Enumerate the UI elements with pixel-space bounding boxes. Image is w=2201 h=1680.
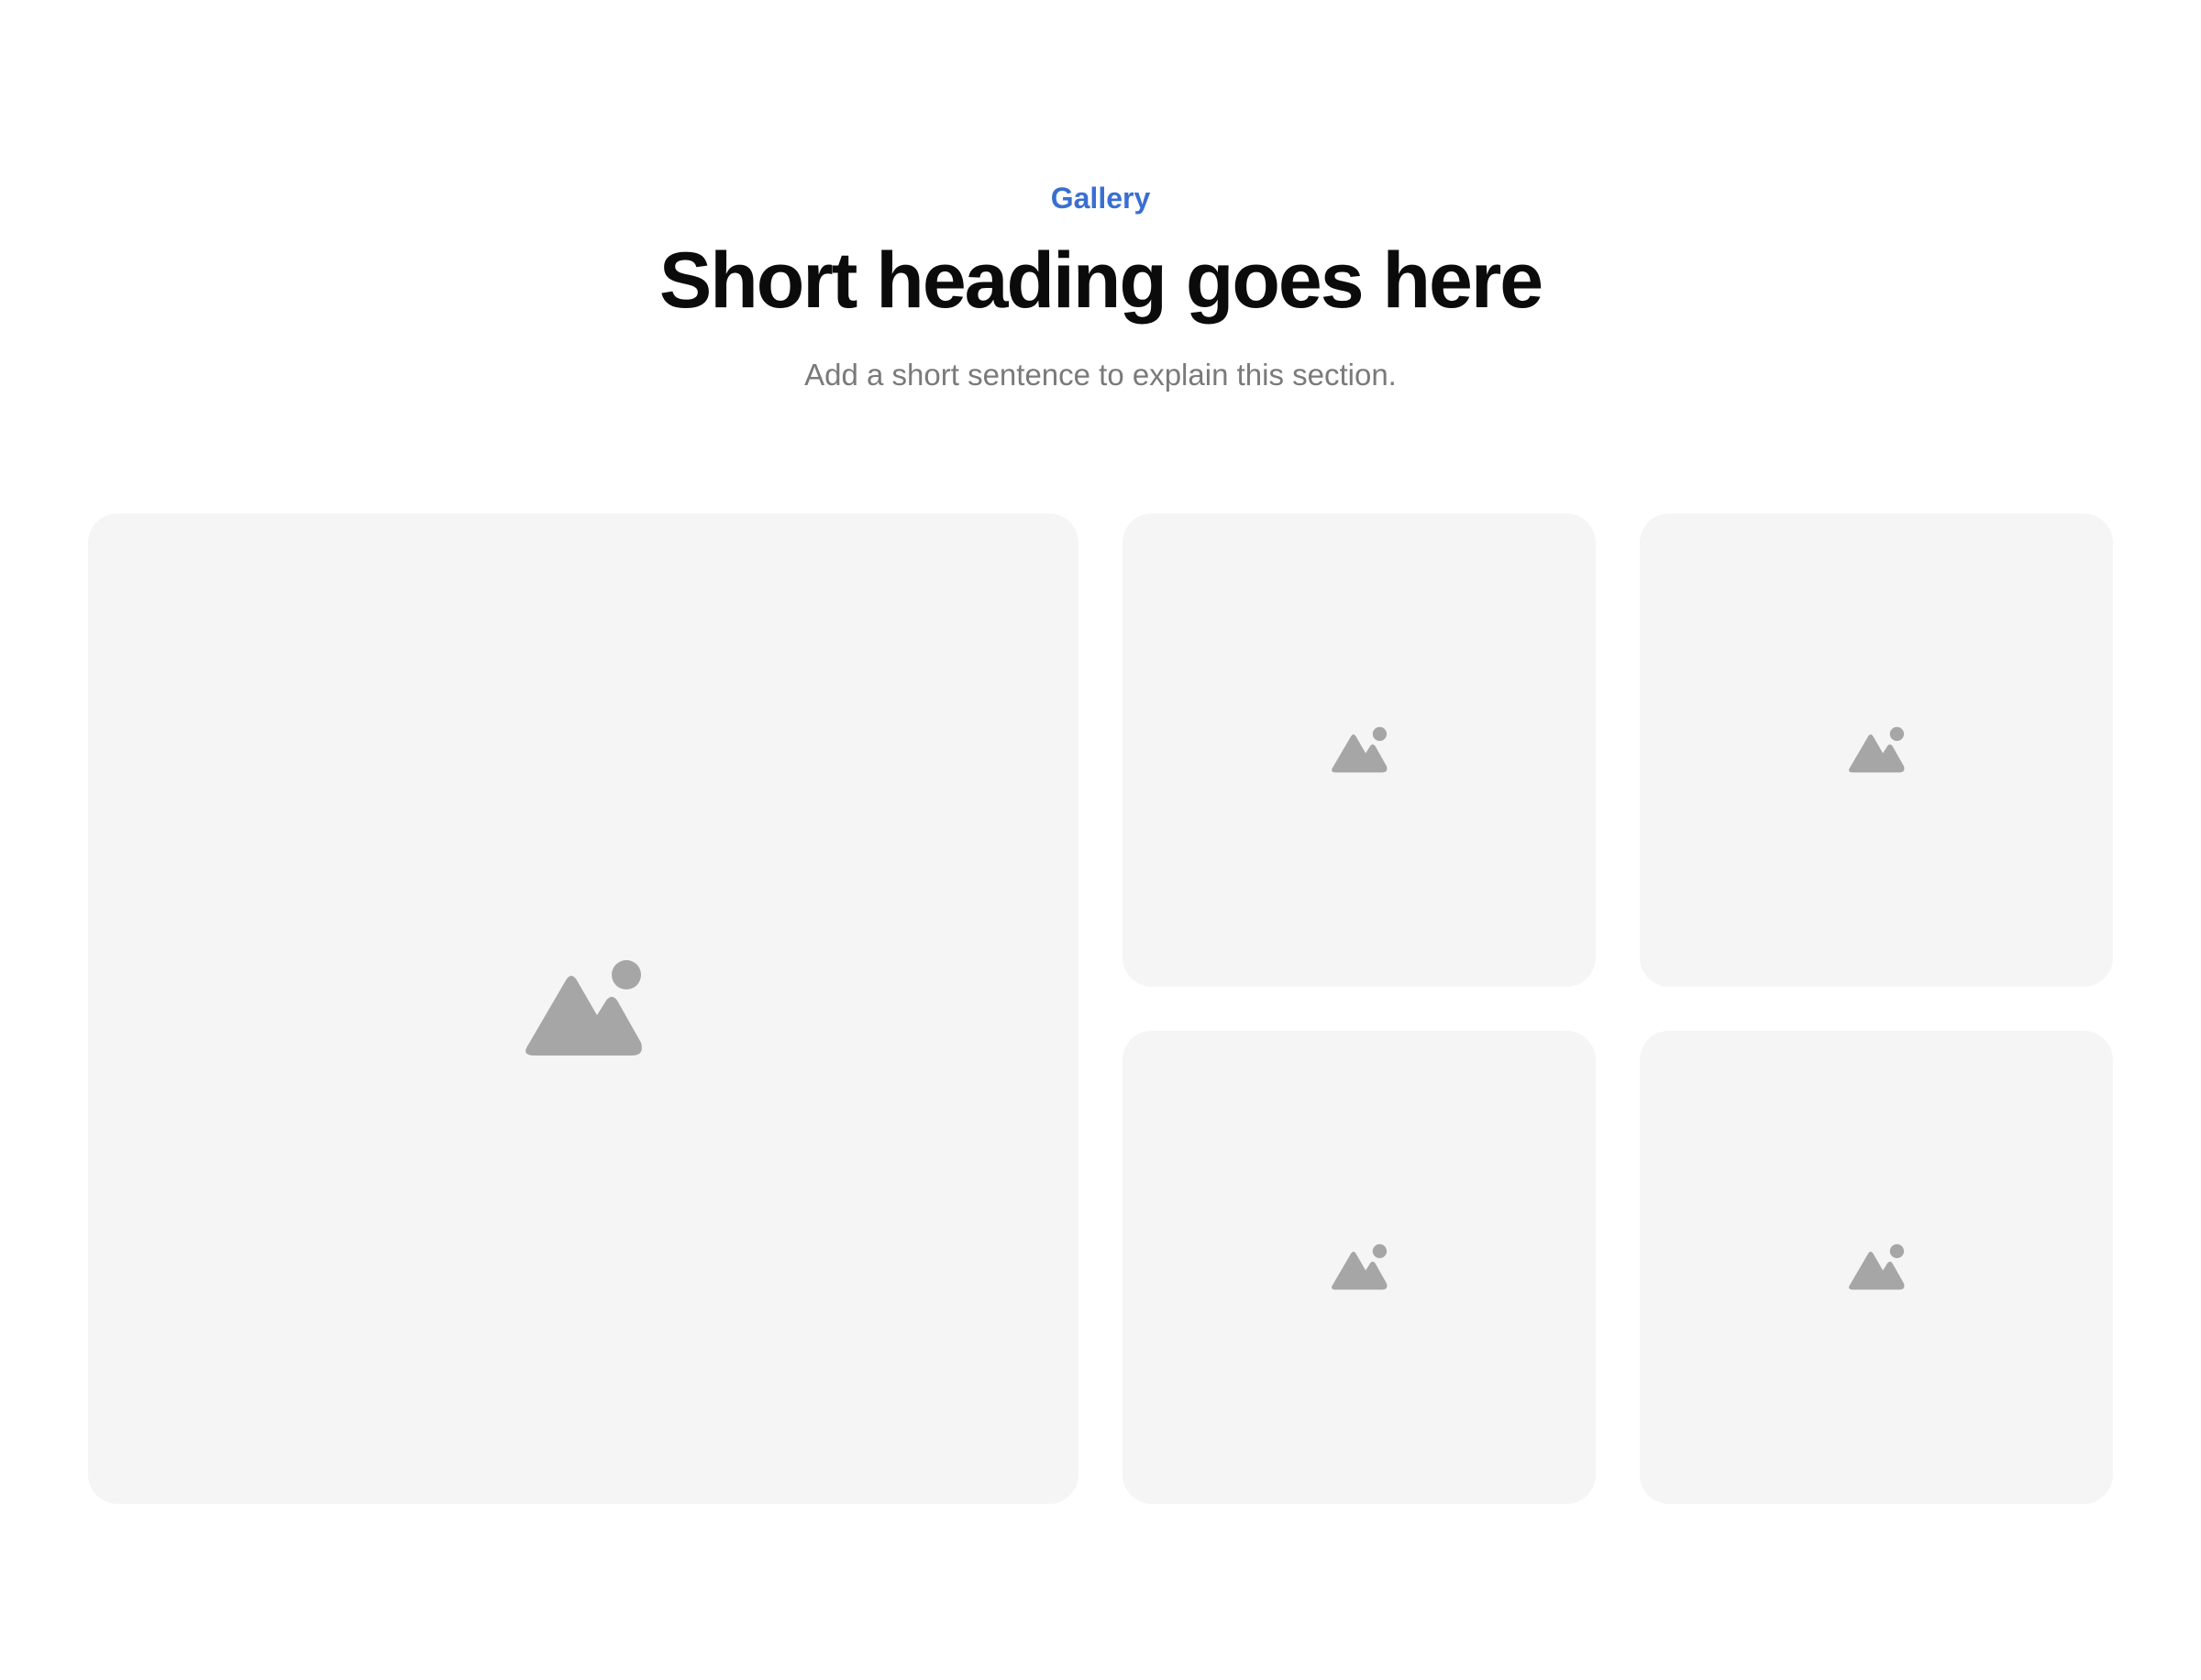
gallery-image-large[interactable] (88, 514, 1078, 1504)
image-placeholder-icon (1849, 1243, 1905, 1290)
gallery-section: Gallery Short heading goes here Add a sh… (0, 0, 2201, 1680)
gallery-image-1[interactable] (1123, 514, 1596, 987)
section-eyebrow: Gallery (1050, 182, 1151, 215)
gallery-image-3[interactable] (1123, 1031, 1596, 1504)
section-heading: Short heading goes here (658, 237, 1543, 325)
image-placeholder-icon (1332, 726, 1388, 773)
gallery-image-2[interactable] (1640, 514, 2113, 987)
image-placeholder-icon (525, 960, 642, 1056)
image-placeholder-icon (1849, 726, 1905, 773)
image-placeholder-icon (1332, 1243, 1388, 1290)
gallery-image-4[interactable] (1640, 1031, 2113, 1504)
section-subtitle: Add a short sentence to explain this sec… (804, 358, 1397, 392)
